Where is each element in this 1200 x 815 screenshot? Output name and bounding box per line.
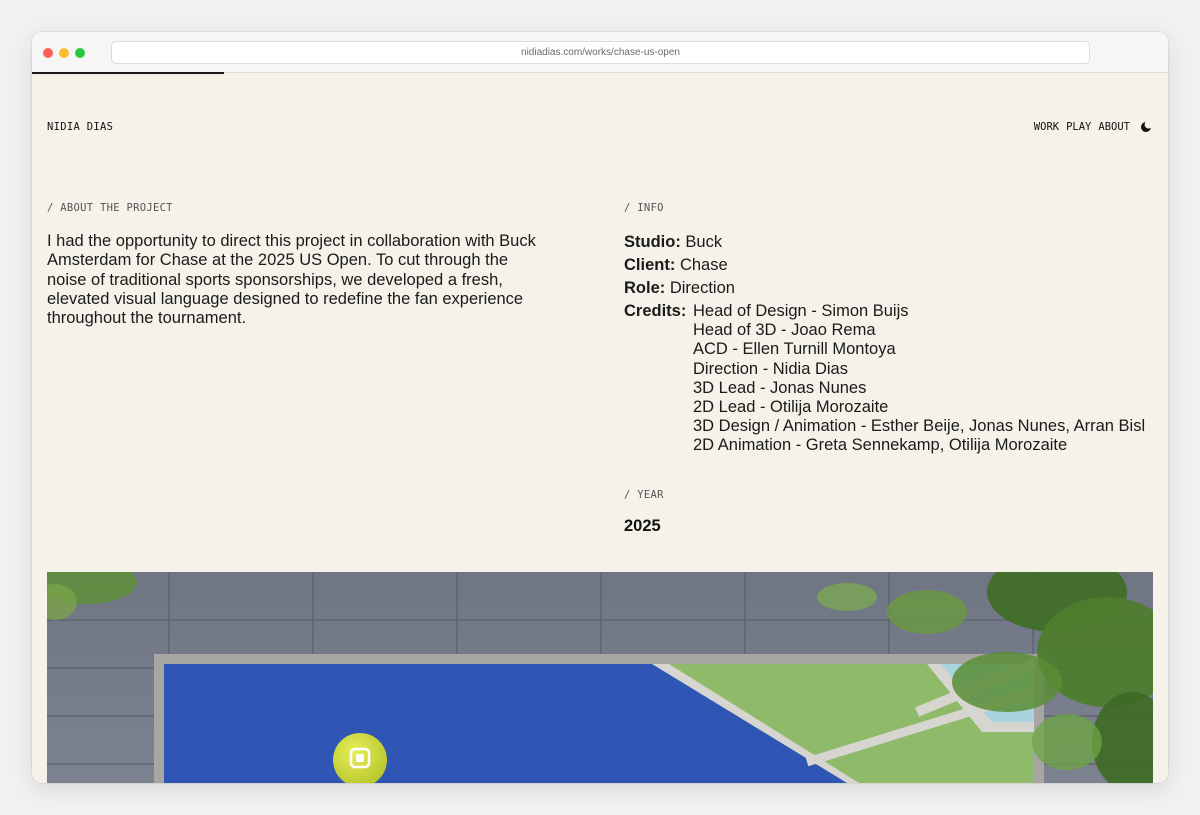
about-line: throughout the tournament. xyxy=(47,309,247,328)
info-role-key: Role: xyxy=(624,279,666,297)
info-section-label: / INFO xyxy=(624,202,664,214)
info-client-value: Chase xyxy=(679,256,728,274)
info-studio-value: Buck xyxy=(685,233,723,251)
nav-about[interactable]: ABOUT xyxy=(1098,121,1130,133)
minimize-window-button[interactable] xyxy=(59,48,69,58)
page-content: NIDIA DIAS WORK PLAY ABOUT / ABOUT THE P… xyxy=(32,74,1168,783)
year-value: 2025 xyxy=(624,517,661,535)
info-role-value: Direction xyxy=(669,279,735,297)
main-nav: WORK PLAY ABOUT xyxy=(1034,120,1153,133)
info-studio: Studio: Buck xyxy=(624,231,1145,254)
credit-item: 3D Design / Animation - Esther Beije, Jo… xyxy=(693,417,1146,436)
hero-illustration xyxy=(47,572,1153,783)
about-description: I had the opportunity to direct this pro… xyxy=(47,232,577,328)
info-list: Studio: Buck Client: Chase Role: Directi… xyxy=(624,231,1145,456)
close-window-button[interactable] xyxy=(43,48,53,58)
info-role: Role: Direction xyxy=(624,277,1145,300)
info-credits-key: Credits: xyxy=(624,302,687,320)
about-line: I had the opportunity to direct this pro… xyxy=(47,232,536,250)
credit-item: 3D Lead - Jonas Nunes xyxy=(693,378,867,397)
address-bar[interactable]: nidiadias.com/works/chase-us-open xyxy=(111,41,1090,64)
credits-list: Head of Design - Simon Buijs Head of 3D … xyxy=(693,302,1145,456)
credit-item: 2D Animation - Greta Sennekamp, Otilija … xyxy=(693,436,1068,455)
year-section-label: / YEAR xyxy=(624,489,664,501)
nav-play[interactable]: PLAY xyxy=(1066,121,1091,133)
nav-work[interactable]: WORK xyxy=(1034,121,1059,133)
credit-item: 2D Lead - Otilija Morozaite xyxy=(693,398,889,417)
about-line: elevated visual language designed to red… xyxy=(47,289,524,308)
browser-window: nidiadias.com/works/chase-us-open NIDIA … xyxy=(32,32,1168,783)
info-credits: Credits: Head of Design - Simon Buijs He… xyxy=(624,302,1145,456)
maximize-window-button[interactable] xyxy=(75,48,85,58)
info-client: Client: Chase xyxy=(624,254,1145,277)
credit-item: Head of 3D - Joao Rema xyxy=(693,321,876,340)
credit-item: Direction - Nidia Dias xyxy=(693,359,848,378)
browser-toolbar: nidiadias.com/works/chase-us-open xyxy=(32,32,1168,73)
credit-item: Head of Design - Simon Buijs xyxy=(693,302,909,320)
credit-item: ACD - Ellen Turnill Montoya xyxy=(693,340,896,359)
info-client-key: Client: xyxy=(624,256,676,274)
about-line: noise of traditional sports sponsorships… xyxy=(47,270,503,289)
project-hero-image xyxy=(47,572,1153,783)
info-studio-key: Studio: xyxy=(624,233,681,251)
moon-icon[interactable] xyxy=(1140,120,1153,133)
about-section-label: / ABOUT THE PROJECT xyxy=(47,202,173,214)
site-logo[interactable]: NIDIA DIAS xyxy=(47,121,113,133)
about-line: Amsterdam for Chase at the 2025 US Open.… xyxy=(47,251,509,270)
